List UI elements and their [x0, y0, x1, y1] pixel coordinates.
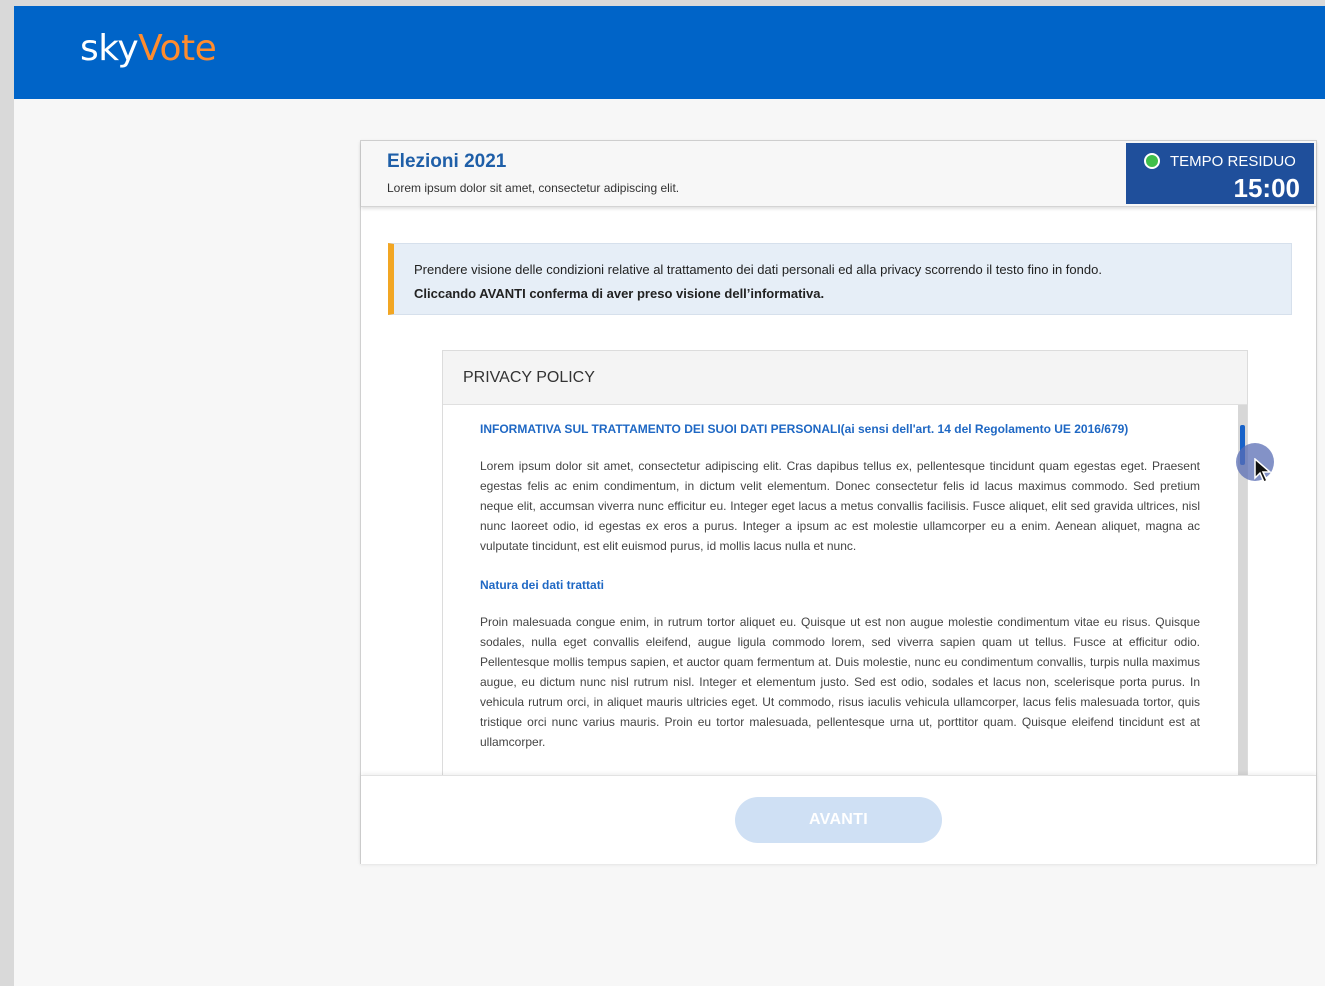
card-footer: AVANTI [361, 775, 1316, 864]
privacy-policy-header: PRIVACY POLICY [443, 351, 1247, 405]
notice-confirmation: Cliccando AVANTI conferma di aver preso … [414, 286, 825, 301]
remaining-time-value: 15:00 [1233, 173, 1301, 203]
policy-paragraph: Proin malesuada congue enim, in rutrum t… [480, 615, 1200, 749]
status-dot-icon [1144, 153, 1160, 169]
privacy-notice: Prendere visione delle condizioni relati… [388, 243, 1292, 315]
avanti-button[interactable]: AVANTI [735, 797, 942, 843]
privacy-policy-title: PRIVACY POLICY [463, 369, 595, 386]
privacy-card: Elezioni 2021 Lorem ipsum dolor sit amet… [360, 140, 1317, 864]
policy-heading-natura-dati: Natura dei dati trattati [480, 578, 605, 592]
privacy-policy-panel: PRIVACY POLICY INFORMATIVA SUL TRATTAMEN… [442, 350, 1248, 782]
remaining-time-box: TEMPO RESIDUO 15:00 [1126, 143, 1314, 204]
privacy-policy-text[interactable]: INFORMATIVA SUL TRATTAMENTO DEI SUOI DAT… [480, 405, 1200, 781]
logo-text-sky: sky [80, 28, 139, 69]
mouse-pointer-icon [1254, 457, 1274, 489]
election-subtitle: Lorem ipsum dolor sit amet, consectetur … [387, 181, 680, 195]
app-frame: skyVote Elezioni 2021 Lorem ipsum dolor … [14, 6, 1325, 986]
remaining-time-label: TEMPO RESIDUO [1170, 153, 1296, 170]
skyvote-logo[interactable]: skyVote [80, 28, 217, 69]
logo-text-vote: Vote [138, 28, 217, 69]
policy-paragraph: Lorem ipsum dolor sit amet, consectetur … [480, 459, 1200, 553]
notice-instruction: Prendere visione delle condizioni relati… [414, 262, 1102, 277]
top-bar: skyVote [14, 6, 1325, 99]
election-header: Elezioni 2021 Lorem ipsum dolor sit amet… [361, 141, 1316, 207]
policy-heading-informativa: INFORMATIVA SUL TRATTAMENTO DEI SUOI DAT… [480, 422, 1129, 436]
election-title: Elezioni 2021 [387, 151, 507, 172]
